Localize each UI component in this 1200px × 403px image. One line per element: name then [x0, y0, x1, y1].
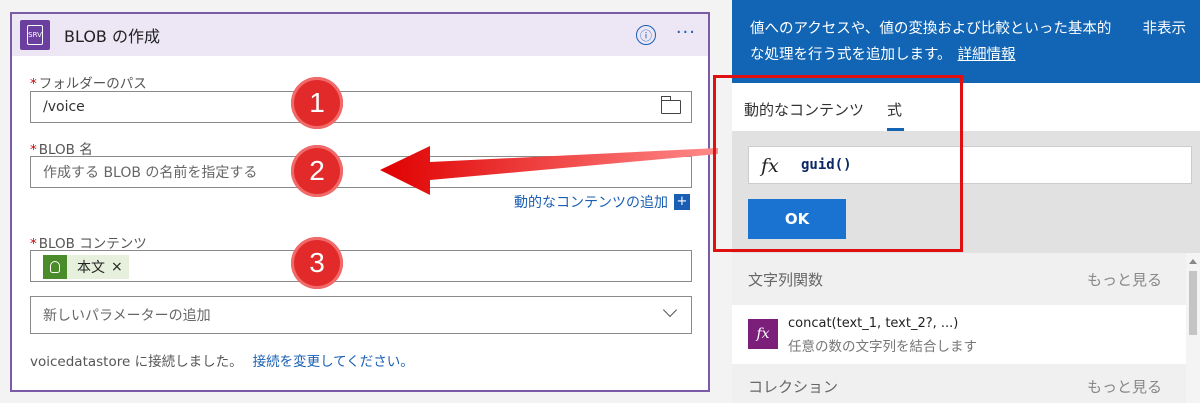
folder-path-input[interactable]: /voice — [30, 91, 692, 123]
blob-content-input[interactable]: 本文 × — [30, 250, 692, 282]
panel-description: 値へのアクセスや、値の変換および比較といった基本的な処理を行う式を追加します。詳… — [732, 0, 1200, 83]
hide-button[interactable]: 非表示 — [1143, 16, 1187, 42]
lightbulb-icon — [43, 255, 67, 279]
scroll-thumb[interactable] — [1189, 271, 1197, 335]
function-name: concat(text_1, text_2?, ...) — [788, 316, 959, 331]
collection-title: コレクション — [748, 378, 839, 396]
chevron-down-icon — [662, 302, 678, 318]
string-functions-see-more[interactable]: もっと見る — [1087, 269, 1162, 290]
remove-token-icon[interactable]: × — [111, 259, 129, 275]
folder-path-value: /voice — [43, 99, 85, 115]
collection-see-more[interactable]: もっと見る — [1087, 376, 1162, 397]
blob-content-label: * BLOB コンテンツ — [30, 236, 147, 252]
connection-status: voicedatastore に接続しました。 接続を変更してください。 — [30, 354, 414, 370]
blob-name-placeholder: 作成する BLOB の名前を指定する — [43, 165, 258, 181]
folder-picker-icon[interactable] — [661, 96, 681, 114]
change-connection-link[interactable]: 接続を変更してください。 — [253, 354, 414, 370]
add-parameter-label: 新しいパラメーターの追加 — [43, 308, 211, 324]
info-icon[interactable]: ⓘ — [636, 25, 656, 45]
string-functions-section: 文字列関数 もっと見る — [732, 253, 1186, 305]
body-token[interactable]: 本文 × — [43, 255, 129, 279]
function-item-concat[interactable]: fx concat(text_1, text_2?, ...) 任意の数の文字列… — [732, 306, 1186, 364]
collection-section: コレクション もっと見る — [732, 364, 1186, 403]
card-title: BLOB の作成 — [64, 27, 160, 46]
scroll-up-icon[interactable] — [1189, 259, 1197, 264]
blob-name-label: * BLOB 名 — [30, 142, 93, 158]
card-header[interactable]: SRV BLOB の作成 ⓘ ··· — [12, 14, 708, 56]
function-icon: fx — [748, 319, 778, 349]
annotation-2: 2 — [291, 145, 343, 197]
token-label: 本文 — [77, 260, 105, 276]
folder-path-label: * フォルダーのパス — [30, 76, 147, 92]
blob-storage-icon: SRV — [20, 20, 50, 50]
annotation-3: 3 — [291, 237, 343, 289]
highlight-box — [713, 75, 963, 252]
more-options-icon[interactable]: ··· — [676, 22, 696, 43]
annotation-1: 1 — [291, 77, 343, 129]
more-info-link[interactable]: 詳細情報 — [958, 47, 1016, 63]
function-description: 任意の数の文字列を結合します — [788, 339, 977, 355]
create-blob-action-card: SRV BLOB の作成 ⓘ ··· * フォルダーのパス /voice * BLO… — [10, 5, 710, 392]
red-arrow-icon — [380, 146, 718, 195]
add-parameter-dropdown[interactable]: 新しいパラメーターの追加 — [30, 296, 692, 334]
scrollbar[interactable] — [1186, 253, 1200, 403]
string-functions-title: 文字列関数 — [748, 271, 824, 289]
